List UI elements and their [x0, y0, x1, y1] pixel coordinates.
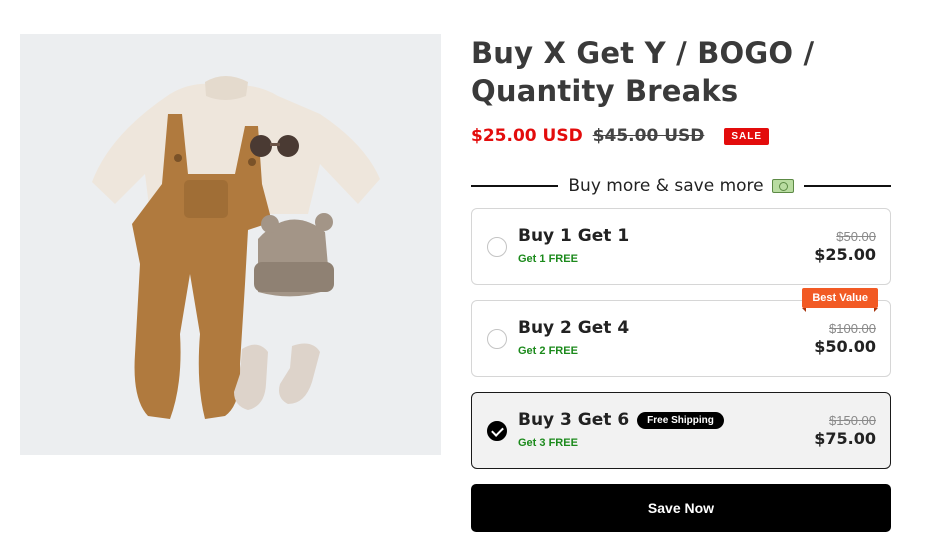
divider-line-right — [803, 185, 892, 187]
free-shipping-badge: Free Shipping — [637, 411, 724, 429]
offer-3-subtitle: Get 3 FREE — [518, 437, 578, 449]
product-title-line1: Buy X Get Y / BOGO / — [471, 36, 815, 70]
save-now-button[interactable]: Save Now — [471, 484, 891, 532]
product-info: Buy X Get Y / BOGO / Quantity Breaks $25… — [471, 34, 892, 532]
offer-3-price: $75.00 — [814, 429, 876, 448]
upsell-heading: Buy more & save more — [558, 176, 803, 196]
offer-1-title: Buy 1 Get 1 — [518, 226, 630, 246]
divider-line-left — [471, 185, 559, 187]
offer-option-2[interactable]: Best Value Buy 2 Get 4 Get 2 FREE $100.0… — [471, 288, 891, 377]
price-row: $25.00 USD $45.00 USD SALE — [471, 124, 891, 148]
product-image — [20, 34, 441, 455]
offer-1-subtitle: Get 1 FREE — [518, 253, 578, 265]
offer-1-compare-price: $50.00 — [836, 229, 876, 244]
offer-3-radio-checked[interactable] — [487, 421, 507, 441]
money-bill-icon — [771, 179, 794, 193]
current-price: $25.00 USD — [471, 126, 583, 146]
offer-3-title-row: Buy 3 Get 6 Free Shipping — [518, 410, 724, 430]
offer-1-radio[interactable] — [487, 237, 507, 257]
offer-option-3[interactable]: Buy 3 Get 6 Free Shipping Get 3 FREE $15… — [471, 392, 891, 469]
offer-2-subtitle: Get 2 FREE — [518, 345, 578, 357]
offer-2-title: Buy 2 Get 4 — [518, 318, 630, 338]
offer-3-compare-price: $150.00 — [829, 413, 876, 428]
product-title-line2: Quantity Breaks — [471, 74, 739, 108]
offer-3-title: Buy 3 Get 6 — [518, 410, 630, 430]
upsell-heading-text: Buy more & save more — [568, 176, 764, 196]
offer-option-1[interactable]: Buy 1 Get 1 Get 1 FREE $50.00 $25.00 — [471, 208, 891, 285]
offer-2-radio[interactable] — [487, 329, 507, 349]
upsell-divider: Buy more & save more — [471, 174, 892, 198]
offer-1-price: $25.00 — [814, 245, 876, 264]
offer-2-price: $50.00 — [814, 337, 876, 356]
sale-badge: SALE — [724, 127, 770, 145]
offer-2-compare-price: $100.00 — [829, 321, 876, 336]
product-title: Buy X Get Y / BOGO / Quantity Breaks — [471, 34, 891, 110]
compare-price: $45.00 USD — [592, 126, 705, 146]
best-value-ribbon: Best Value — [802, 288, 878, 312]
